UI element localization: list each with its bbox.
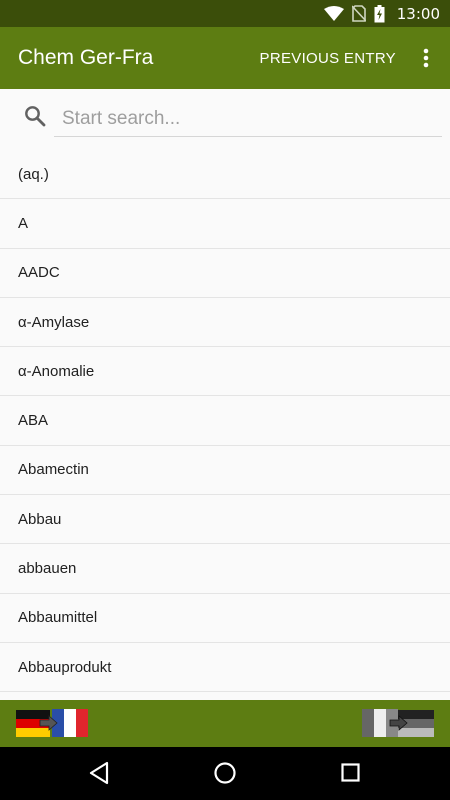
back-icon[interactable] [88,761,110,789]
word-list: (aq.) A AADC α-Amylase α-Anomalie ABA Ab… [0,150,450,700]
list-item[interactable]: (aq.) [0,150,450,200]
list-item[interactable]: ABA [0,396,450,446]
wifi-icon [323,5,344,22]
home-icon[interactable] [213,761,237,789]
list-item[interactable]: AADC [0,249,450,298]
list-item[interactable]: Abbau [0,495,450,545]
list-item[interactable]: α-Anomalie [0,347,450,397]
list-item[interactable]: Abamectin [0,446,450,496]
recents-icon[interactable] [340,761,362,789]
bottom-bar [0,700,450,747]
german-to-french-flag-icon[interactable] [16,709,88,741]
status-time: 13:00 [396,4,440,23]
app-title: Chem Ger-Fra [18,46,154,69]
search-bar [0,89,450,149]
navigation-bar [0,747,450,800]
list-item[interactable]: Abbaumittel [0,594,450,643]
more-vert-icon[interactable] [414,38,438,78]
app-bar: Chem Ger-Fra PREVIOUS ENTRY [0,27,450,89]
list-item[interactable]: Abbauprodukt [0,643,450,693]
switch-direction-icon[interactable] [362,709,434,741]
battery-charging-icon [374,4,385,23]
status-bar: 13:00 [0,0,450,27]
no-sim-icon [351,5,366,22]
list-item[interactable]: A [0,199,450,249]
list-item[interactable]: abbauen [0,544,450,594]
search-input[interactable] [54,101,442,137]
previous-entry-button[interactable]: PREVIOUS ENTRY [260,50,396,67]
list-item[interactable]: α-Amylase [0,298,450,348]
search-icon[interactable] [24,105,46,131]
